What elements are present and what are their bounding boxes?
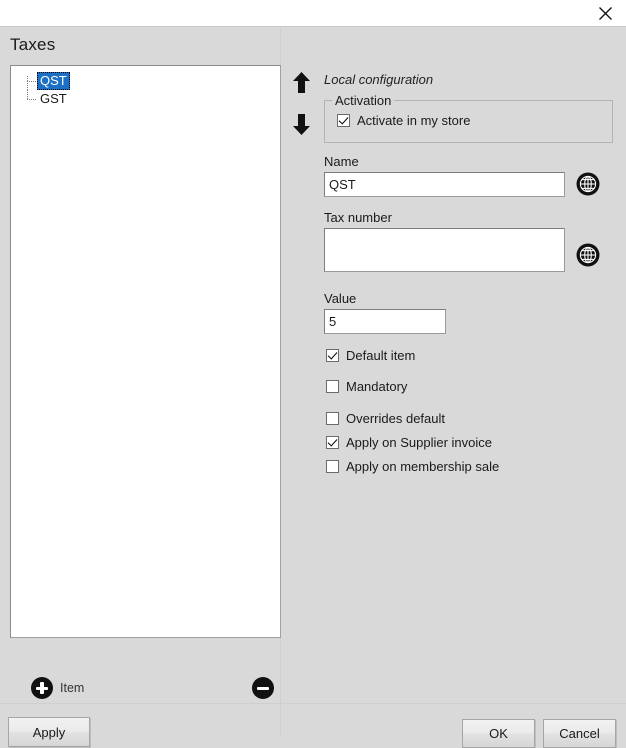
- cancel-button[interactable]: Cancel: [543, 719, 616, 748]
- default-item-label: Default item: [346, 348, 416, 363]
- tree-item-gst[interactable]: GST: [11, 90, 280, 108]
- apply-supplier-invoice-checkbox-row[interactable]: Apply on Supplier invoice: [326, 435, 492, 450]
- tree-connector-icon: [27, 72, 37, 90]
- title-bar: [0, 0, 626, 27]
- move-down-button[interactable]: [288, 109, 314, 143]
- apply-membership-sale-checkbox-row[interactable]: Apply on membership sale: [326, 459, 499, 474]
- overrides-default-checkbox-row[interactable]: Overrides default: [326, 411, 445, 426]
- arrow-down-icon: [292, 113, 311, 139]
- name-input[interactable]: [324, 172, 565, 197]
- checkbox-checked-icon[interactable]: [326, 349, 339, 362]
- value-input[interactable]: [324, 309, 446, 334]
- tree-item-qst[interactable]: QST: [11, 72, 280, 90]
- left-panel: QST GST Item: [0, 27, 281, 737]
- globe-icon: [575, 243, 601, 271]
- default-item-checkbox-row[interactable]: Default item: [326, 348, 415, 363]
- tree-item-label: GST: [40, 91, 67, 106]
- tree-item-label: QST: [37, 72, 70, 90]
- tax-number-label: Tax number: [324, 210, 392, 225]
- name-translate-button[interactable]: [575, 171, 601, 197]
- apply-button[interactable]: Apply: [8, 717, 90, 747]
- right-panel: Local configuration Activation Activate …: [322, 27, 626, 737]
- section-title: Local configuration: [324, 72, 434, 87]
- close-button[interactable]: [586, 0, 624, 26]
- overrides-default-label: Overrides default: [346, 411, 445, 426]
- globe-icon: [575, 172, 601, 200]
- tax-number-input[interactable]: [324, 228, 565, 272]
- dialog-body: Taxes QST GST Item Local configuration A…: [0, 27, 626, 748]
- checkbox-unchecked-icon[interactable]: [326, 380, 339, 393]
- activation-group-body: Activate in my store: [325, 108, 612, 128]
- activate-in-store-label: Activate in my store: [357, 113, 471, 128]
- apply-supplier-invoice-label: Apply on Supplier invoice: [346, 435, 492, 450]
- add-item-label: Item: [60, 681, 85, 695]
- reorder-controls: [288, 67, 314, 143]
- tax-number-translate-button[interactable]: [575, 242, 601, 268]
- tree-items-container: QST GST: [11, 66, 280, 108]
- taxes-tree-list[interactable]: QST GST: [10, 65, 281, 638]
- apply-membership-sale-label: Apply on membership sale: [346, 459, 500, 474]
- tree-connector-icon: [27, 90, 37, 108]
- activate-in-store-checkbox-row[interactable]: Activate in my store: [337, 113, 612, 128]
- name-label: Name: [324, 154, 359, 169]
- close-icon: [598, 6, 613, 21]
- ok-button[interactable]: OK: [462, 719, 535, 748]
- footer-divider: [0, 703, 626, 704]
- mandatory-checkbox-row[interactable]: Mandatory: [326, 379, 407, 394]
- arrow-up-icon: [292, 71, 311, 97]
- checkbox-unchecked-icon[interactable]: [326, 460, 339, 473]
- remove-item-button[interactable]: [252, 677, 274, 702]
- activation-group-legend: Activation: [335, 93, 392, 108]
- value-label: Value: [324, 291, 357, 306]
- checkbox-checked-icon[interactable]: [337, 114, 350, 127]
- minus-circle-icon: [252, 677, 274, 699]
- move-up-button[interactable]: [288, 67, 314, 101]
- plus-circle-icon: [31, 677, 53, 699]
- mandatory-label: Mandatory: [346, 379, 408, 394]
- add-item-button[interactable]: Item: [31, 677, 84, 699]
- checkbox-checked-icon[interactable]: [326, 436, 339, 449]
- activation-group: Activation Activate in my store: [324, 93, 613, 143]
- checkbox-unchecked-icon[interactable]: [326, 412, 339, 425]
